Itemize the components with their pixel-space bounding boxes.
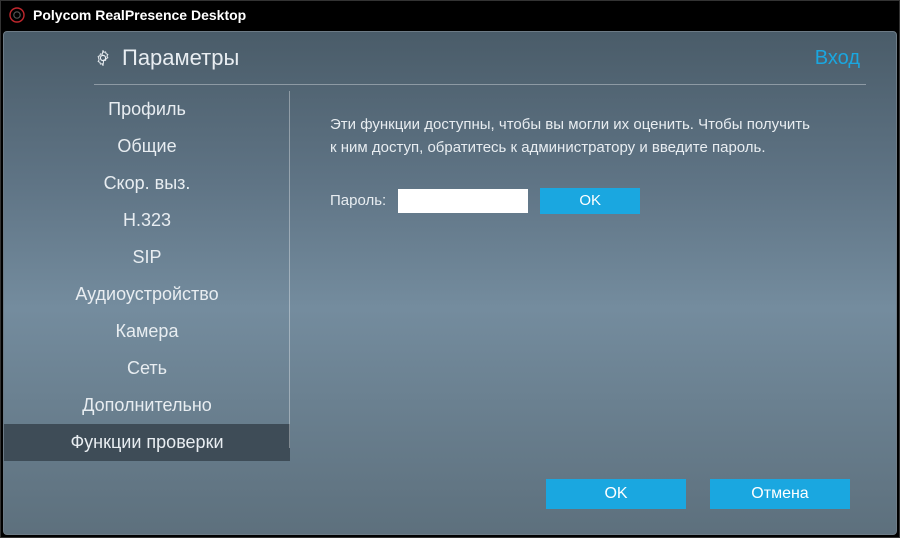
login-link[interactable]: Вход [815,47,860,70]
sidebar-item-label: Сеть [127,358,167,379]
ok-button[interactable]: OK [546,479,686,509]
body-row: Профиль Общие Скор. выз. H.323 SIP Аудио… [4,85,896,468]
sidebar-item-label: SIP [132,247,161,268]
footer-row: OK Отмена [4,468,896,534]
password-ok-button[interactable]: OK [540,188,640,214]
sidebar-item-profile[interactable]: Профиль [4,91,290,128]
sidebar-item-label: Дополнительно [82,395,212,416]
title-bar: Polycom RealPresence Desktop [1,1,899,29]
sidebar-item-h323[interactable]: H.323 [4,202,290,239]
sidebar-item-label: Функции проверки [71,432,224,453]
header-title-group: Параметры [94,45,239,71]
app-window: Polycom RealPresence Desktop Параметры В… [0,0,900,538]
sidebar-item-label: Камера [116,321,179,342]
sidebar-item-network[interactable]: Сеть [4,350,290,387]
app-logo-icon [9,7,25,23]
content-frame: Параметры Вход Профиль Общие Скор. выз. … [3,31,897,535]
sidebar: Профиль Общие Скор. выз. H.323 SIP Аудио… [4,85,290,468]
sidebar-item-label: Скор. выз. [104,173,191,194]
description-text: Эти функции доступны, чтобы вы могли их … [330,113,810,160]
password-input[interactable] [398,189,528,213]
password-row: Пароль: OK [330,188,856,214]
sidebar-item-speed-dial[interactable]: Скор. выз. [4,165,290,202]
sidebar-item-label: Общие [117,136,176,157]
sidebar-item-label: Аудиоустройство [75,284,218,305]
window-title: Polycom RealPresence Desktop [33,7,246,23]
sidebar-item-sip[interactable]: SIP [4,239,290,276]
password-label: Пароль: [330,192,386,209]
main-panel: Эти функции доступны, чтобы вы могли их … [290,85,896,468]
cancel-button[interactable]: Отмена [710,479,850,509]
sidebar-item-label: Профиль [108,99,186,120]
sidebar-item-test-features[interactable]: Функции проверки [4,424,290,461]
sidebar-item-audio-device[interactable]: Аудиоустройство [4,276,290,313]
page-title: Параметры [122,45,239,71]
header-row: Параметры Вход [4,32,896,84]
sidebar-item-label: H.323 [123,210,171,231]
gear-icon [94,49,112,67]
sidebar-item-general[interactable]: Общие [4,128,290,165]
sidebar-item-advanced[interactable]: Дополнительно [4,387,290,424]
sidebar-item-camera[interactable]: Камера [4,313,290,350]
